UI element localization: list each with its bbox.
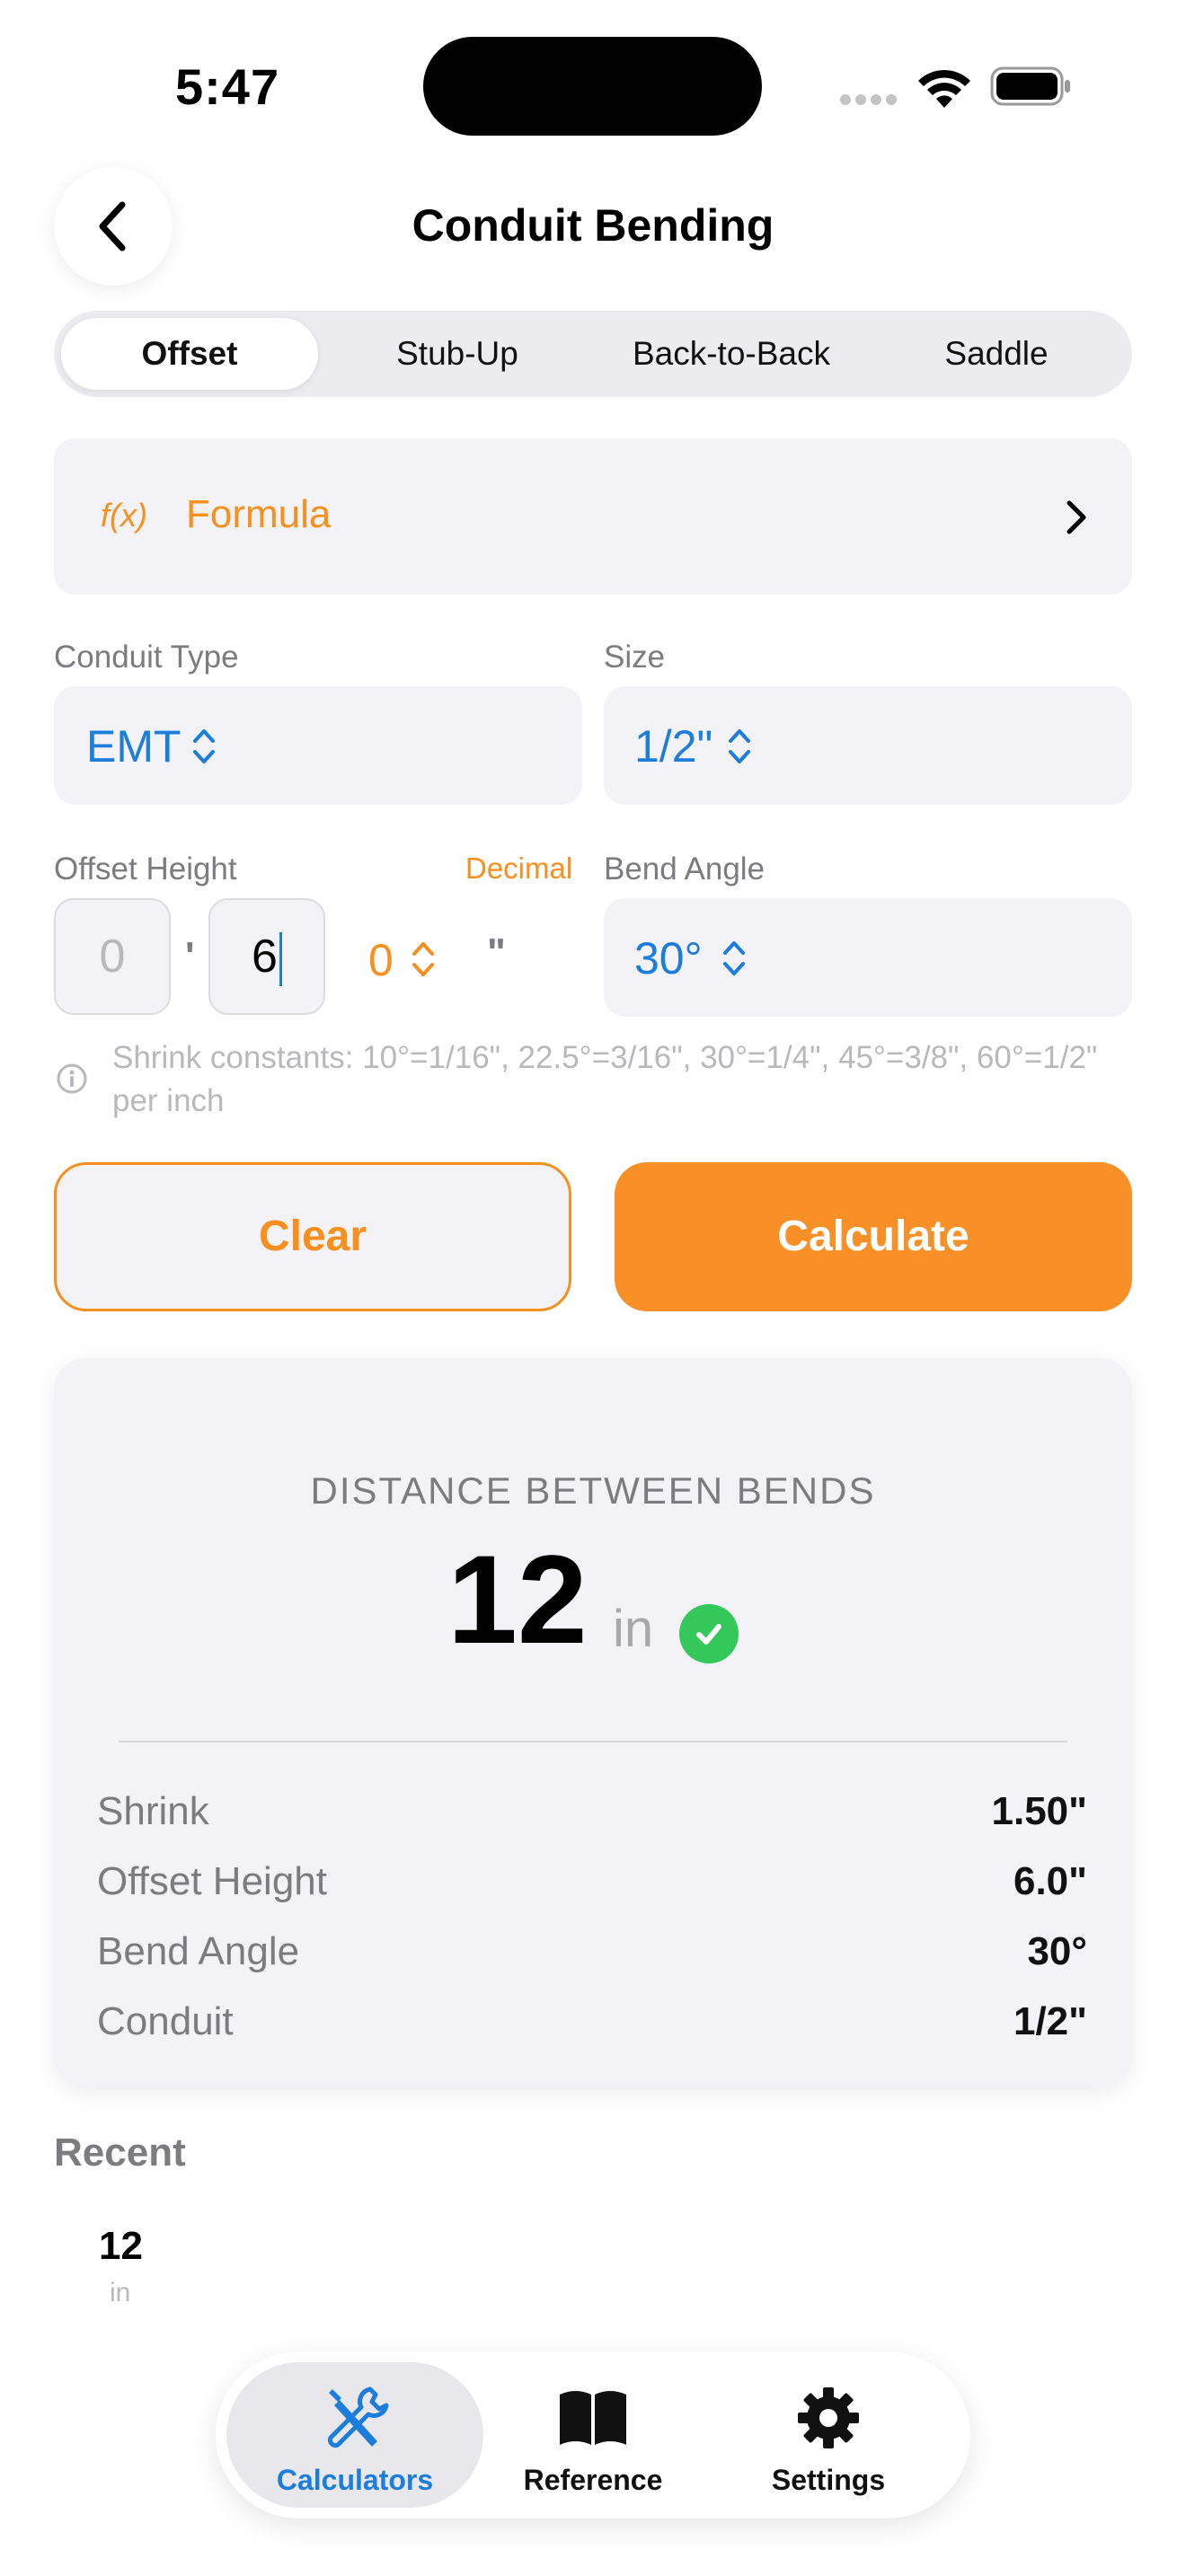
inch-unit: " [487,931,506,975]
inches-input[interactable]: 6 [208,898,325,1015]
book-icon [560,2391,626,2445]
dynamic-island [423,37,762,136]
calculate-button[interactable]: Calculate [615,1162,1132,1311]
tab-label: Calculators [276,2464,434,2496]
tab-stub-up[interactable]: Stub-Up [329,318,586,390]
calculator-mode-tabs: Offset Stub-Up Back-to-Back Saddle [54,311,1132,397]
clear-button[interactable]: Clear [54,1162,571,1311]
bend-angle-label: Bend Angle [604,851,766,887]
tab-calculators[interactable]: Calculators [247,2382,463,2497]
tab-label: Reference [523,2464,663,2496]
result-value: 12 [447,1529,588,1670]
result-row-label: Bend Angle [97,1929,300,1973]
chevron-up-down-icon [412,942,434,976]
result-row-label: Conduit [97,1999,234,2043]
bend-angle-select[interactable]: 30° [604,898,1132,1017]
tab-reference[interactable]: Reference [485,2382,701,2497]
text-cursor [279,932,282,987]
chevron-up-down-icon [729,729,750,763]
battery-icon [990,66,1070,106]
wifi-icon [918,69,970,108]
page-title: Conduit Bending [412,200,774,251]
feet-input[interactable]: 0 [54,898,171,1015]
result-unit: in [613,1600,654,1658]
fraction-select[interactable]: 0 [368,934,394,986]
recent-item-unit: in [110,2278,131,2307]
tab-back-to-back[interactable]: Back-to-Back [597,318,866,390]
offset-height-label: Offset Height [54,851,237,887]
conduit-type-label: Conduit Type [54,640,239,675]
tab-offset[interactable]: Offset [61,318,318,390]
formula-label: Formula [186,492,332,536]
conduit-type-value: EMT [86,721,181,772]
result-row-value: 30° [1027,1929,1087,1973]
decimal-toggle[interactable]: Decimal [465,851,572,886]
result-heading: DISTANCE BETWEEN BENDS [310,1469,876,1512]
chevron-right-icon [1067,500,1086,534]
tools-icon [327,2386,389,2448]
tab-settings[interactable]: Settings [721,2382,936,2497]
bend-angle-value: 30° [634,933,703,984]
function-icon: f(x) [101,497,147,534]
result-divider [119,1741,1067,1742]
size-select[interactable]: 1/2" [604,686,1132,805]
recent-item-value[interactable]: 12 [99,2224,143,2269]
result-row-value: 6.0" [1013,1859,1087,1903]
result-card [54,1358,1132,2087]
result-row-value: 1.50" [991,1789,1088,1833]
result-row-label: Shrink [97,1789,209,1833]
feet-unit: ' [185,934,195,978]
conduit-type-select[interactable]: EMT [54,686,582,805]
recent-heading: Recent [54,2130,186,2175]
chevron-up-down-icon [193,729,215,763]
fraction-value: 0 [368,935,394,985]
checkmark-icon [679,1604,739,1663]
result-row-label: Offset Height [97,1859,327,1903]
gear-icon [798,2387,859,2448]
result-row-value: 1/2" [1013,1999,1087,2043]
cellular-signal-icon [840,93,901,110]
tab-saddle[interactable]: Saddle [868,318,1125,390]
size-value: 1/2" [634,721,713,772]
status-time: 5:47 [175,58,280,115]
info-icon [57,1063,87,1094]
chevron-up-down-icon [723,941,745,975]
size-label: Size [604,640,666,675]
tab-label: Settings [771,2464,886,2496]
shrink-constants-note: Shrink constants: 10°=1/16", 22.5°=3/16"… [112,1040,1098,1118]
inches-value: 6 [252,931,278,983]
